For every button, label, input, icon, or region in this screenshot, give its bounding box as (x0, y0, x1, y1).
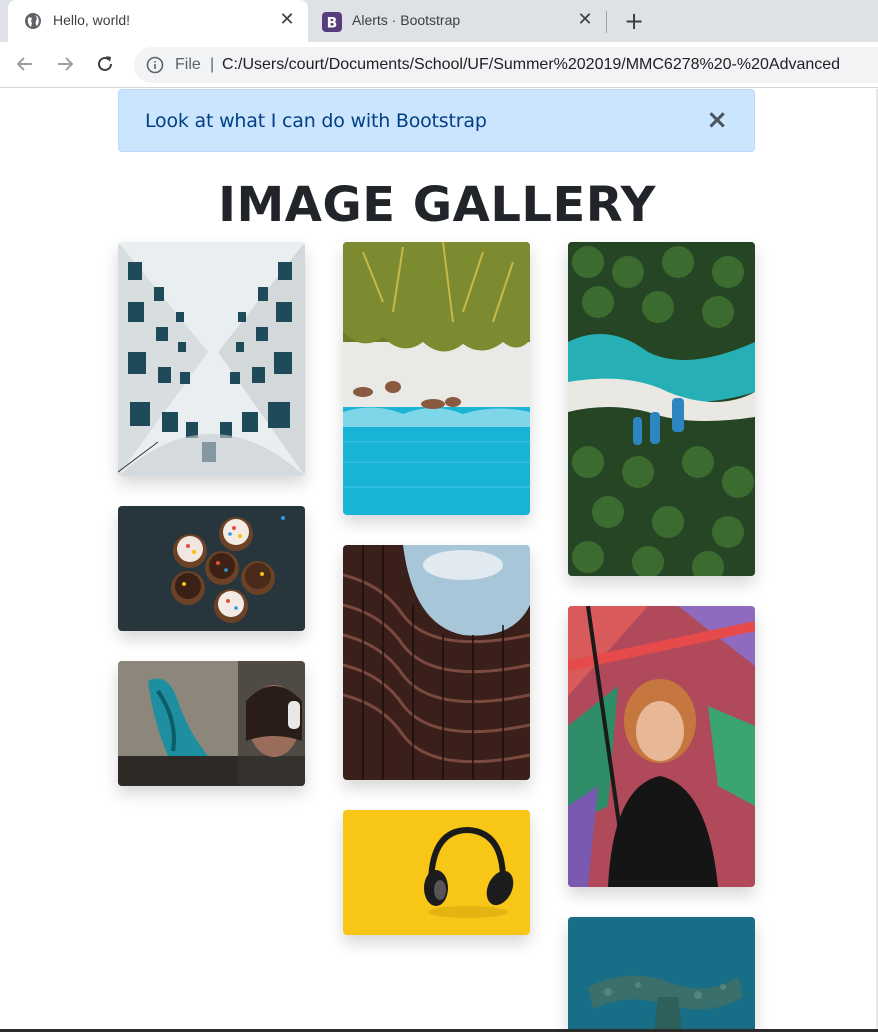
yellow-headphones-photo[interactable] (343, 810, 530, 935)
url-scheme: File (175, 56, 201, 73)
palm-beach-boats-photo[interactable] (568, 242, 755, 576)
alert-message: Look at what I can do with Bootstrap (145, 110, 487, 132)
bootstrap-icon: B (322, 12, 342, 32)
url-separator: | (210, 56, 215, 73)
tab-separator (606, 11, 607, 33)
mural-portrait-photo[interactable] (568, 606, 755, 887)
globe-icon (24, 12, 42, 30)
new-tab-button[interactable]: + (622, 9, 646, 33)
browser-toolbar: File | C:/Users/court/Documents/School/U… (0, 42, 878, 88)
info-icon[interactable] (146, 56, 164, 74)
curved-building-photo[interactable] (343, 545, 530, 780)
aerial-beach-photo[interactable] (343, 242, 530, 515)
address-bar[interactable]: File | C:/Users/court/Documents/School/U… (134, 47, 878, 83)
svg-text:B: B (327, 16, 338, 32)
close-tab-icon[interactable]: ✕ (576, 11, 594, 29)
tab-hello-world[interactable]: Hello, world! ✕ (8, 0, 308, 42)
tab-title: Alerts · Bootstrap (352, 12, 461, 28)
graffiti-headphones-photo[interactable] (118, 661, 305, 786)
cupcakes-photo[interactable] (118, 506, 305, 631)
reload-icon[interactable] (93, 52, 117, 76)
forward-arrow-icon[interactable] (53, 52, 77, 76)
info-alert: Look at what I can do with Bootstrap × (118, 89, 755, 152)
architecture-photo[interactable] (118, 242, 305, 476)
tab-alerts-bootstrap[interactable]: B Alerts · Bootstrap ✕ (308, 0, 606, 42)
browser-tab-strip: Hello, world! ✕ B Alerts · Bootstrap ✕ + (0, 0, 878, 42)
back-arrow-icon[interactable] (13, 52, 37, 76)
underwater-reef-photo[interactable] (568, 917, 755, 1032)
close-tab-icon[interactable]: ✕ (278, 11, 296, 29)
page-content: Look at what I can do with Bootstrap × I… (0, 89, 878, 1032)
page-title: IMAGE GALLERY (218, 177, 656, 233)
alert-close-button[interactable]: × (706, 107, 728, 133)
url-text[interactable]: C:/Users/court/Documents/School/UF/Summe… (222, 56, 840, 74)
tab-title: Hello, world! (53, 12, 131, 28)
